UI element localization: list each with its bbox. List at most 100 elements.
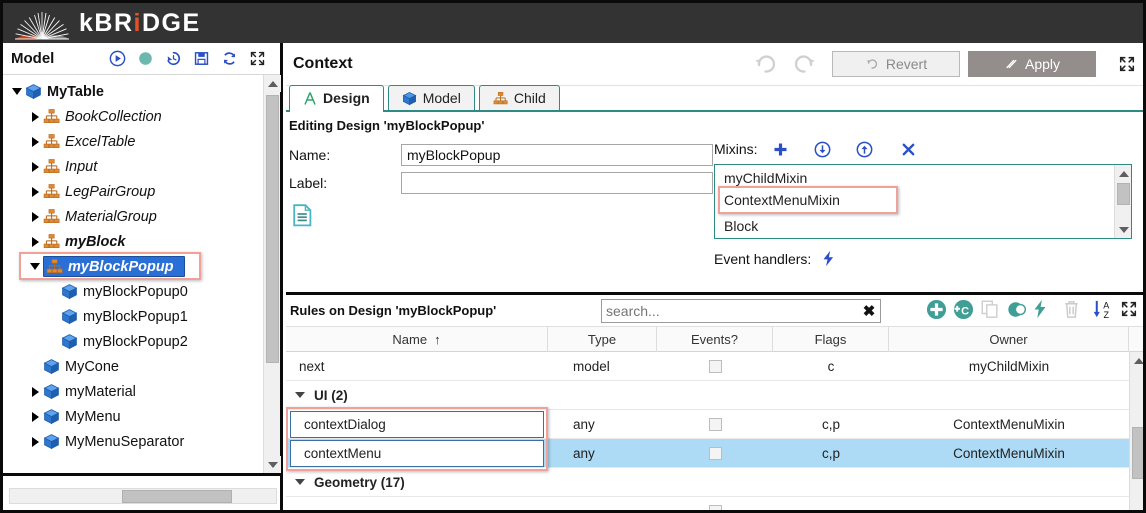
tab-child[interactable]: Child (478, 85, 560, 110)
document-icon[interactable] (293, 204, 312, 232)
mixin-item[interactable]: Block (715, 213, 1114, 238)
tree-item-mymaterial[interactable]: myMaterial (3, 379, 263, 404)
move-up-mixin-icon[interactable] (854, 138, 876, 160)
revert-button[interactable]: Revert (832, 51, 960, 77)
remove-mixin-icon[interactable] (898, 138, 920, 160)
model-panel-header: Model (3, 43, 280, 75)
toggle-rule-icon[interactable] (1006, 298, 1028, 320)
rule-name-cell[interactable]: next (286, 359, 548, 374)
save-icon[interactable] (193, 50, 210, 67)
rules-group-row[interactable]: Geometry (17) (286, 468, 1129, 497)
lightning-icon[interactable] (821, 250, 836, 267)
mixins-scrollbar[interactable] (1114, 165, 1131, 238)
rules-group-row[interactable]: UI (2) (286, 381, 1129, 410)
tree-item-mycone[interactable]: MyCone (3, 354, 263, 379)
events-checkbox[interactable] (708, 417, 722, 431)
tree-item-exceltable[interactable]: ExcelTable (3, 129, 263, 154)
sort-az-icon[interactable]: A Z (1091, 298, 1113, 320)
model-tree[interactable]: MyTable BookCollection ExcelTable Input LegP… (3, 75, 263, 473)
horizontal-scrollbar-thumb[interactable] (122, 490, 232, 503)
tree-item-mymenuseparator[interactable]: MyMenuSeparator (3, 429, 263, 454)
model-tree-scrollbar[interactable] (263, 75, 281, 473)
tab-child-label: Child (513, 90, 546, 106)
twisty-collapsed-icon[interactable] (27, 236, 43, 247)
table-row[interactable] (286, 497, 1129, 510)
scroll-down-button[interactable] (264, 456, 281, 473)
events-checkbox[interactable] (708, 359, 722, 373)
mixins-list[interactable]: myChildMixin ContextMenuMixin Block (714, 164, 1132, 239)
column-header-events[interactable]: Events? (657, 326, 773, 352)
record-dot-icon[interactable] (137, 50, 154, 67)
tree-item-myblock[interactable]: myBlock (3, 229, 263, 254)
events-checkbox[interactable] (708, 446, 722, 460)
rule-name-edit-input[interactable]: contextDialog (290, 411, 544, 438)
rules-scrollbar[interactable] (1129, 352, 1143, 510)
tab-design[interactable]: Design (289, 85, 384, 112)
tree-item-bookcollection[interactable]: BookCollection (3, 104, 263, 129)
add-mixin-icon[interactable] (770, 138, 792, 160)
mixins-scroll-up-button[interactable] (1115, 165, 1131, 182)
rules-scrollbar-thumb[interactable] (1132, 427, 1143, 479)
clear-x-icon[interactable]: ✖ (858, 302, 880, 320)
event-rule-icon[interactable] (1029, 298, 1051, 320)
twisty-collapsed-icon[interactable] (27, 436, 43, 447)
delete-rule-icon[interactable] (1060, 298, 1082, 320)
mixin-item[interactable]: myChildMixin (715, 165, 1114, 187)
undo-icon[interactable] (752, 51, 778, 77)
tree-item-materialgroup[interactable]: MaterialGroup (3, 204, 263, 229)
mixins-scrollbar-thumb[interactable] (1117, 183, 1130, 205)
redo-icon[interactable] (792, 51, 818, 77)
tree-item-legpairgroup[interactable]: LegPairGroup (3, 179, 263, 204)
tree-item-mytable[interactable]: MyTable (3, 79, 263, 104)
name-input[interactable] (401, 144, 713, 166)
add-rule-icon[interactable] (925, 298, 947, 320)
twisty-collapsed-icon[interactable] (27, 186, 43, 197)
mixins-scroll-down-button[interactable] (1115, 221, 1131, 238)
twisty-expanded-icon[interactable] (27, 263, 43, 270)
tree-item-myblockpopup[interactable]: myBlockPopup (3, 254, 263, 279)
twisty-collapsed-icon[interactable] (27, 161, 43, 172)
scrollbar-thumb[interactable] (266, 95, 279, 363)
chevron-down-icon[interactable] (295, 392, 305, 398)
twisty-collapsed-icon[interactable] (27, 411, 43, 422)
label-input[interactable] (401, 172, 713, 194)
model-horizontal-scrollbar[interactable] (9, 488, 277, 504)
mixin-item[interactable]: ContextMenuMixin (715, 187, 1114, 213)
chevron-down-icon[interactable] (295, 479, 305, 485)
rules-table-rows[interactable]: next model c myChildMixin UI (2) any c,p Contex… (286, 352, 1129, 510)
twisty-collapsed-icon[interactable] (27, 386, 43, 397)
add-constrained-rule-icon[interactable]: C (952, 298, 974, 320)
tree-item-myblockpopup2[interactable]: myBlockPopup2 (3, 329, 263, 354)
expand-icon[interactable] (1118, 55, 1136, 73)
rules-scroll-up-button[interactable] (1130, 352, 1143, 369)
expand-icon[interactable] (249, 50, 266, 67)
rule-name-edit-input[interactable]: contextMenu (290, 440, 544, 467)
tree-item-input[interactable]: Input (3, 154, 263, 179)
column-header-name[interactable]: Name ↑ (286, 326, 548, 352)
tab-model[interactable]: Model (387, 85, 475, 110)
tree-item-mymenu[interactable]: MyMenu (3, 404, 263, 429)
move-down-mixin-icon[interactable] (812, 138, 834, 160)
twisty-collapsed-icon[interactable] (27, 211, 43, 222)
history-icon[interactable] (165, 50, 182, 67)
refresh-icon[interactable] (221, 50, 238, 67)
twisty-expanded-icon[interactable] (9, 88, 25, 95)
table-row[interactable]: next model c myChildMixin (286, 352, 1129, 381)
svg-text:C: C (961, 305, 969, 317)
twisty-collapsed-icon[interactable] (27, 111, 43, 122)
scroll-up-button[interactable] (264, 75, 281, 92)
twisty-collapsed-icon[interactable] (27, 136, 43, 147)
column-header-flags[interactable]: Flags (773, 326, 889, 352)
play-icon[interactable] (109, 50, 126, 67)
apply-button[interactable]: Apply (968, 51, 1096, 77)
tree-item-myblockpopup1[interactable]: myBlockPopup1 (3, 304, 263, 329)
rule-type-cell: any (548, 417, 657, 432)
column-header-type[interactable]: Type (548, 326, 657, 352)
search-input[interactable] (602, 302, 858, 320)
up-circle-glyph-icon (856, 141, 873, 157)
tree-item-myblockpopup0[interactable]: myBlockPopup0 (3, 279, 263, 304)
expand-rules-icon[interactable] (1118, 298, 1140, 320)
copy-rule-icon[interactable] (979, 298, 1001, 320)
events-checkbox[interactable] (708, 504, 722, 510)
column-header-owner[interactable]: Owner (889, 326, 1129, 352)
